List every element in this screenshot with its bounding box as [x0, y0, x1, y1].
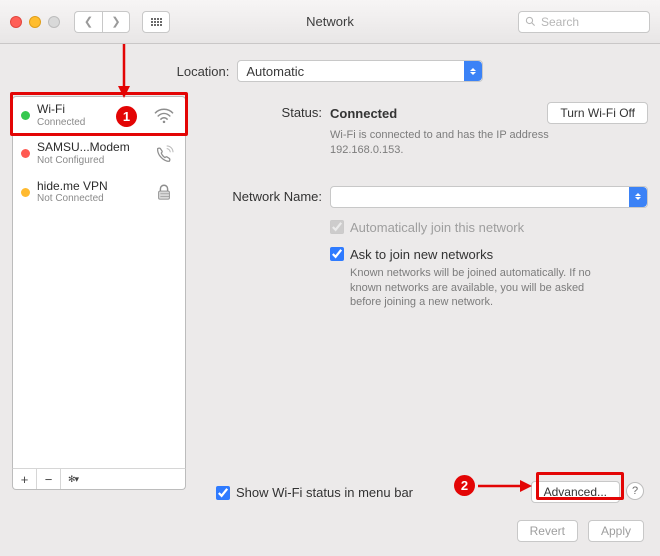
status-dot-green [21, 111, 30, 120]
phone-icon [151, 143, 177, 165]
auto-join-label: Automatically join this network [350, 220, 524, 235]
help-button[interactable]: ? [626, 482, 644, 500]
ask-join-help: Known networks will be joined automatica… [350, 266, 610, 311]
ask-join-label: Ask to join new networks [350, 247, 493, 262]
show-menubar-checkbox-row: Show Wi-Fi status in menu bar [216, 485, 413, 500]
network-name-label: Network Name: [198, 186, 330, 204]
add-service-button[interactable]: + [13, 469, 37, 489]
location-label: Location: [177, 64, 230, 79]
window-controls [10, 16, 60, 28]
service-name: Wi-Fi [37, 103, 144, 117]
service-item-modem[interactable]: SAMSU...Modem Not Configured [13, 135, 185, 173]
location-select[interactable]: Automatic [237, 60, 483, 82]
window-title: Network [306, 14, 354, 29]
back-button[interactable]: ❮ [74, 11, 102, 33]
zoom-window-button[interactable] [48, 16, 60, 28]
status-description: Wi-Fi is connected to and has the IP add… [330, 128, 600, 158]
location-value: Automatic [246, 64, 304, 79]
wifi-icon [151, 105, 177, 127]
service-actions-menu[interactable]: ✻▾ [61, 469, 85, 489]
show-menubar-label: Show Wi-Fi status in menu bar [236, 485, 413, 500]
status-dot-yellow [21, 188, 30, 197]
show-menubar-checkbox[interactable] [216, 486, 230, 500]
grid-icon [151, 18, 162, 26]
turn-wifi-off-button[interactable]: Turn Wi-Fi Off [547, 102, 648, 124]
status-dot-red [21, 149, 30, 158]
service-item-wifi[interactable]: Wi-Fi Connected [13, 97, 185, 135]
status-label: Status: [198, 102, 330, 120]
revert-button[interactable]: Revert [517, 520, 578, 542]
ask-join-checkbox-row: Ask to join new networks [330, 247, 648, 262]
service-status: Connected [37, 117, 144, 129]
remove-service-button[interactable]: − [37, 469, 61, 489]
annotation-arrow-2 [476, 477, 536, 495]
search-field[interactable]: Search [518, 11, 650, 33]
ask-join-checkbox[interactable] [330, 247, 344, 261]
auto-join-checkbox-row: Automatically join this network [330, 220, 648, 235]
auto-join-checkbox[interactable] [330, 220, 344, 234]
service-name: hide.me VPN [37, 180, 144, 194]
service-status: Not Connected [37, 193, 144, 205]
nav-buttons: ❮ ❯ [74, 11, 130, 33]
detail-pane: Status: Connected Turn Wi-Fi Off Wi-Fi i… [198, 96, 648, 470]
network-name-select[interactable] [330, 186, 648, 208]
close-window-button[interactable] [10, 16, 22, 28]
chevron-updown-icon [464, 61, 482, 81]
service-list-actions: + − ✻▾ [12, 468, 186, 490]
service-name: SAMSU...Modem [37, 141, 144, 155]
chevron-updown-icon [629, 187, 647, 207]
lock-icon [151, 181, 177, 203]
search-icon [525, 16, 536, 27]
forward-button[interactable]: ❯ [102, 11, 130, 33]
titlebar: ❮ ❯ Network Search [0, 0, 660, 44]
status-value: Connected [330, 106, 397, 121]
location-row: Location: Automatic [0, 44, 660, 96]
minimize-window-button[interactable] [29, 16, 41, 28]
advanced-button[interactable]: Advanced... [531, 481, 620, 503]
service-item-vpn[interactable]: hide.me VPN Not Connected [13, 174, 185, 212]
service-status: Not Configured [37, 155, 144, 167]
show-all-button[interactable] [142, 11, 170, 33]
annotation-badge-2: 2 [454, 475, 475, 496]
service-list: Wi-Fi Connected SAMSU...Modem Not Config… [12, 96, 186, 470]
search-placeholder: Search [541, 15, 579, 29]
bottom-actions: Revert Apply [517, 520, 644, 542]
apply-button[interactable]: Apply [588, 520, 644, 542]
